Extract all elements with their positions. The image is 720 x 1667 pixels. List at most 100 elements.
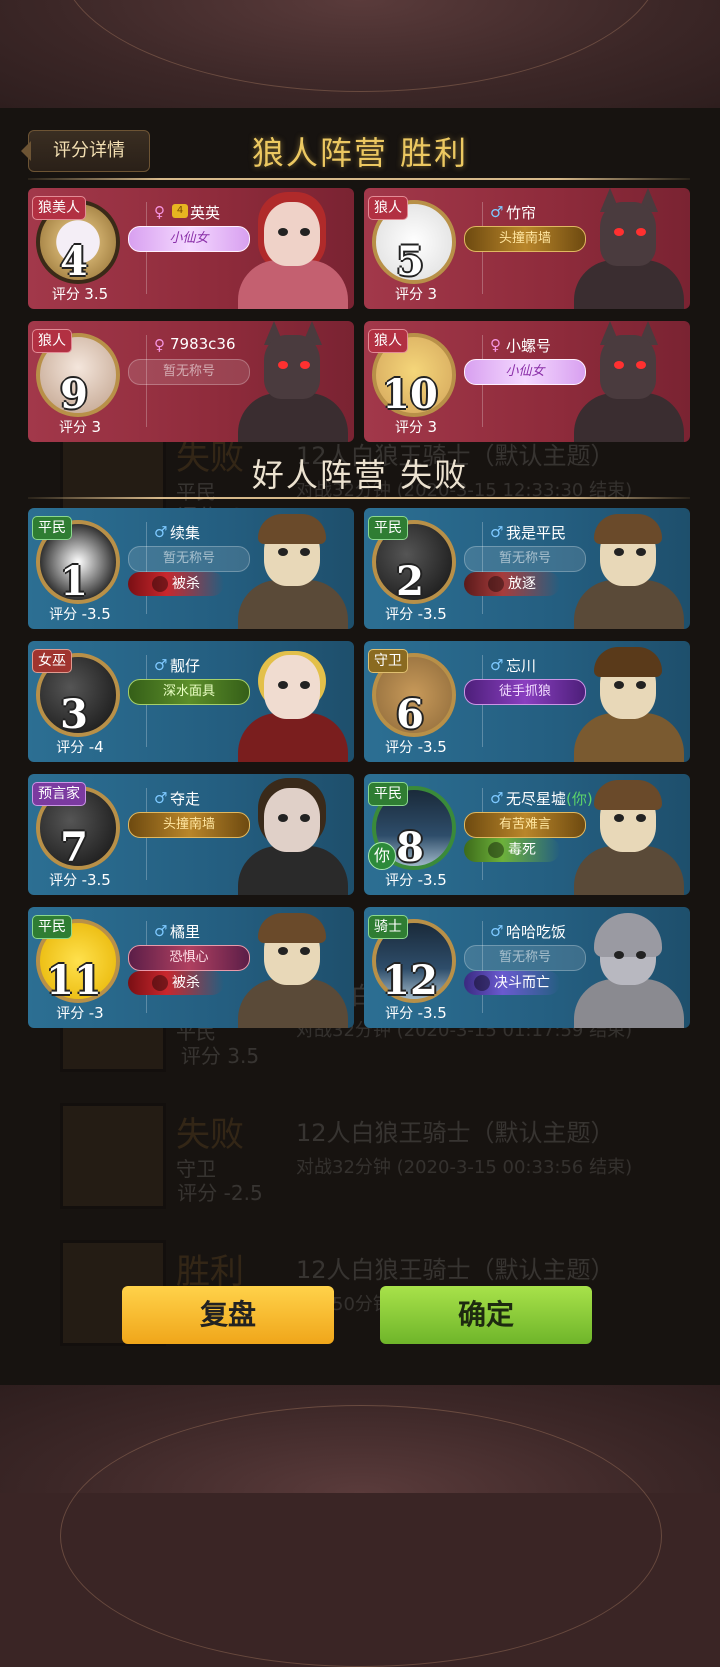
skull-icon xyxy=(152,975,168,991)
history-score: 评分 3.5 xyxy=(180,1044,260,1068)
score-value: -3.5 xyxy=(417,605,447,623)
score-value: -3.5 xyxy=(81,871,111,889)
seat-number: 12 xyxy=(382,957,438,1004)
male-icon: ♂ xyxy=(490,203,504,221)
background-bottom xyxy=(0,1385,720,1667)
score-label: 评分 xyxy=(56,740,85,756)
replay-button[interactable]: 复盘 xyxy=(122,1286,334,1344)
knight-illustration xyxy=(560,907,690,1028)
villager-illustration xyxy=(560,508,690,629)
male-icon: ♂ xyxy=(154,523,168,541)
player-card-seat-7[interactable]: 预言家 7 评分 -3.5 ♂ 夺走 头撞南墙 xyxy=(28,774,354,895)
male-icon: ♂ xyxy=(154,656,168,674)
score-value: 3 xyxy=(91,418,101,436)
death-status: 被杀 xyxy=(128,572,224,596)
seat-number: 5 xyxy=(396,238,424,285)
score-value: -3.5 xyxy=(81,605,111,623)
score-value: 3 xyxy=(427,418,437,436)
player-card-seat-11[interactable]: 平民 11 评分 -3 ♂ 橘里 恐惧心 被杀 xyxy=(28,907,354,1028)
female-icon: ♀ xyxy=(154,336,165,354)
player-name-text: 无尽星墟 xyxy=(506,790,567,808)
history-mode: 12人白狼王骑士（默认主题） xyxy=(296,1119,615,1147)
history-result: 失败 xyxy=(176,1115,244,1155)
history-score: 评分 -2.5 xyxy=(177,1181,263,1205)
death-status: 毒死 xyxy=(464,838,560,862)
player-name: 橘里 xyxy=(170,923,201,941)
player-card-seat-6[interactable]: 守卫 6 评分 -3.5 ♂ 忘川 徒手抓狼 xyxy=(364,641,690,762)
role-badge: 平民 xyxy=(368,782,408,806)
skull-icon xyxy=(152,576,168,592)
good-team-result-title: 好人阵营 失败 xyxy=(251,456,469,494)
sword-icon xyxy=(474,975,490,991)
player-score: 评分 3.5 xyxy=(36,284,124,304)
role-badge: 狼人 xyxy=(368,329,408,353)
player-card-seat-1[interactable]: 平民 1 评分 -3.5 ♂ 续集 暂无称号 被杀 xyxy=(28,508,354,629)
player-score: 评分 -3.5 xyxy=(372,870,460,890)
player-card-seat-4[interactable]: 狼美人 4 评分 3.5 ♀ 4 英英 小仙女 xyxy=(28,188,354,309)
male-icon: ♂ xyxy=(490,523,504,541)
player-card-seat-12[interactable]: 骑士 12 评分 -3.5 ♂ 哈哈吃饭 暂无称号 决斗而亡 xyxy=(364,907,690,1028)
player-score: 评分 3 xyxy=(372,417,460,437)
player-card-seat-3[interactable]: 女巫 3 评分 -4 ♂ 靓仔 深水面具 xyxy=(28,641,354,762)
score-label: 评分 xyxy=(385,740,414,756)
villager-illustration xyxy=(560,774,690,895)
role-badge: 骑士 xyxy=(368,915,408,939)
death-label: 被杀 xyxy=(172,576,200,592)
score-value: 3.5 xyxy=(84,285,109,303)
score-label: 评分 xyxy=(385,607,414,623)
villager-illustration xyxy=(224,508,354,629)
player-card-seat-5[interactable]: 狼人 5 评分 3 ♂ 竹帘 头撞南墙 xyxy=(364,188,690,309)
divider xyxy=(28,497,690,499)
seat-number: 6 xyxy=(396,691,424,738)
score-label: 评分 xyxy=(51,287,80,303)
seat-number: 4 xyxy=(60,238,88,285)
player-name: 靓仔 xyxy=(170,657,201,675)
player-score: 评分 -3 xyxy=(36,1003,124,1023)
player-name: 忘川 xyxy=(506,657,537,675)
player-name: 哈哈吃饭 xyxy=(506,923,567,941)
death-status: 决斗而亡 xyxy=(464,971,560,995)
player-score: 评分 -3.5 xyxy=(36,870,124,890)
death-label: 毒死 xyxy=(508,842,536,858)
seat-number: 9 xyxy=(60,371,88,418)
role-illustration xyxy=(224,188,354,309)
seat-number: 7 xyxy=(60,824,88,871)
confirm-button[interactable]: 确定 xyxy=(380,1286,592,1344)
werewolf-illustration xyxy=(560,188,690,309)
role-badge: 狼人 xyxy=(368,196,408,220)
player-card-seat-2[interactable]: 平民 2 评分 -3.5 ♂ 我是平民 暂无称号 放逐 xyxy=(364,508,690,629)
player-card-seat-9[interactable]: 狼人 9 评分 3 ♀ 7983c36 暂无称号 xyxy=(28,321,354,442)
player-score: 评分 -4 xyxy=(36,737,124,757)
score-value: -3.5 xyxy=(417,871,447,889)
player-card-seat-10[interactable]: 狼人 10 评分 3 ♀ 小螺号 小仙女 xyxy=(364,321,690,442)
player-card-seat-8[interactable]: 平民 8 你 评分 -3.5 ♂ 无尽星墟(你) 有苦难言 毒死 xyxy=(364,774,690,895)
male-icon: ♂ xyxy=(490,789,504,807)
role-badge: 女巫 xyxy=(32,649,72,673)
seer-illustration xyxy=(224,774,354,895)
score-value: -4 xyxy=(88,738,104,756)
role-badge: 狼美人 xyxy=(32,196,86,220)
history-role: 守卫 xyxy=(176,1157,216,1181)
score-value: 3 xyxy=(427,285,437,303)
male-icon: ♂ xyxy=(154,922,168,940)
seat-number: 1 xyxy=(60,558,88,605)
death-status: 放逐 xyxy=(464,572,560,596)
male-icon: ♂ xyxy=(490,656,504,674)
player-score: 评分 3 xyxy=(372,284,460,304)
player-name: 夺走 xyxy=(170,790,201,808)
player-score: 评分 -3.5 xyxy=(372,737,460,757)
role-badge: 守卫 xyxy=(368,649,408,673)
player-score: 评分 -3.5 xyxy=(372,604,460,624)
guard-illustration xyxy=(560,641,690,762)
seat-number: 10 xyxy=(382,371,438,418)
role-badge: 狼人 xyxy=(32,329,72,353)
role-badge: 预言家 xyxy=(32,782,86,806)
player-name: 英英 xyxy=(190,204,221,222)
score-label: 评分 xyxy=(395,420,423,436)
crown-icon: 4 xyxy=(172,204,188,218)
divider xyxy=(28,178,690,180)
exile-icon xyxy=(488,576,504,592)
history-mode: 12人白狼王骑士（默认主题） xyxy=(296,1256,615,1284)
player-score: 评分 -3.5 xyxy=(372,1003,460,1023)
player-name: 续集 xyxy=(170,524,201,542)
